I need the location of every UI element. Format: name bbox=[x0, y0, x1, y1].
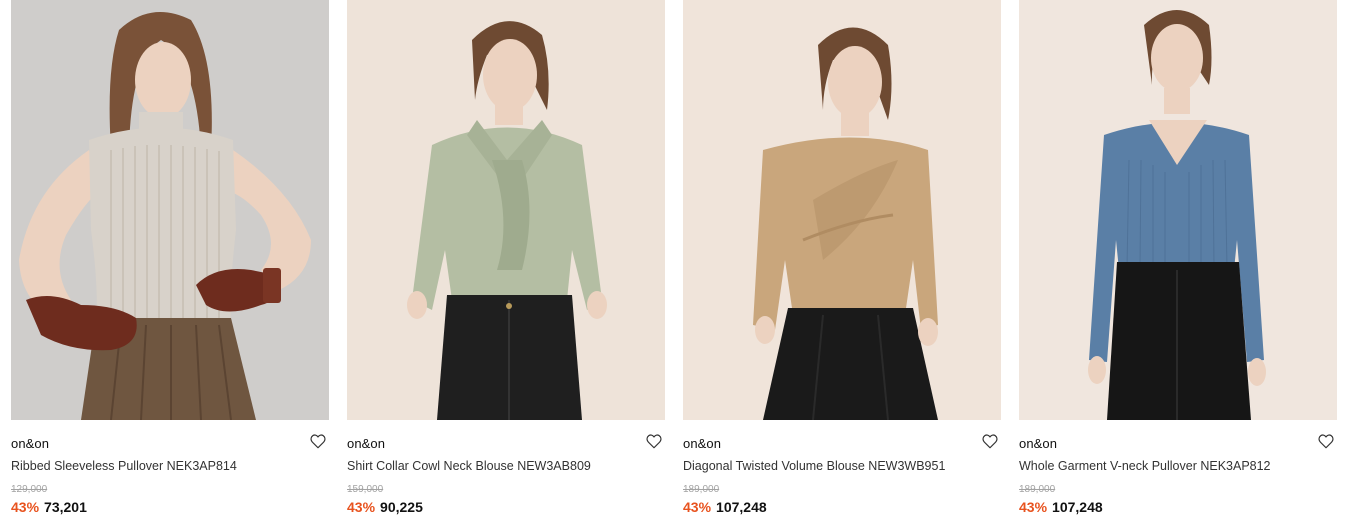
product-card[interactable]: on&on Ribbed Sleeveless Pullover NEK3AP8… bbox=[11, 0, 329, 529]
original-price: 189,000 bbox=[1019, 484, 1056, 495]
product-card[interactable]: on&on Shirt Collar Cowl Neck Blouse NEW3… bbox=[347, 0, 665, 529]
product-card[interactable]: on&on Diagonal Twisted Volume Blouse NEW… bbox=[683, 0, 1001, 529]
sale-price: 73,201 bbox=[44, 499, 87, 515]
sale-price: 107,248 bbox=[1052, 499, 1103, 515]
price-row: 43% 90,225 bbox=[347, 499, 423, 515]
brand-name[interactable]: on&on bbox=[11, 436, 49, 451]
product-image[interactable] bbox=[1019, 0, 1337, 420]
product-name[interactable]: Diagonal Twisted Volume Blouse NEW3WB951 bbox=[683, 459, 945, 473]
discount-rate: 43% bbox=[347, 499, 376, 515]
brand-name[interactable]: on&on bbox=[683, 436, 721, 451]
product-name[interactable]: Shirt Collar Cowl Neck Blouse NEW3AB809 bbox=[347, 459, 591, 473]
sale-price: 90,225 bbox=[380, 499, 423, 515]
product-name[interactable]: Ribbed Sleeveless Pullover NEK3AP814 bbox=[11, 459, 237, 473]
original-price: 159,000 bbox=[347, 484, 384, 495]
sale-price: 107,248 bbox=[716, 499, 767, 515]
price-row: 43% 73,201 bbox=[11, 499, 87, 515]
product-name[interactable]: Whole Garment V-neck Pullover NEK3AP812 bbox=[1019, 459, 1271, 473]
heart-outline-icon[interactable] bbox=[1317, 432, 1335, 450]
discount-rate: 43% bbox=[11, 499, 40, 515]
product-image[interactable] bbox=[683, 0, 1001, 420]
price-row: 43% 107,248 bbox=[1019, 499, 1103, 515]
original-price: 129,000 bbox=[11, 484, 48, 495]
heart-outline-icon[interactable] bbox=[309, 432, 327, 450]
heart-outline-icon[interactable] bbox=[981, 432, 999, 450]
product-card[interactable]: on&on Whole Garment V-neck Pullover NEK3… bbox=[1019, 0, 1337, 529]
brand-name[interactable]: on&on bbox=[347, 436, 385, 451]
brand-name[interactable]: on&on bbox=[1019, 436, 1057, 451]
product-image[interactable] bbox=[347, 0, 665, 420]
heart-outline-icon[interactable] bbox=[645, 432, 663, 450]
discount-rate: 43% bbox=[1019, 499, 1048, 515]
product-grid: on&on Ribbed Sleeveless Pullover NEK3AP8… bbox=[0, 0, 1350, 529]
discount-rate: 43% bbox=[683, 499, 712, 515]
original-price: 189,000 bbox=[683, 484, 720, 495]
product-image[interactable] bbox=[11, 0, 329, 420]
price-row: 43% 107,248 bbox=[683, 499, 767, 515]
